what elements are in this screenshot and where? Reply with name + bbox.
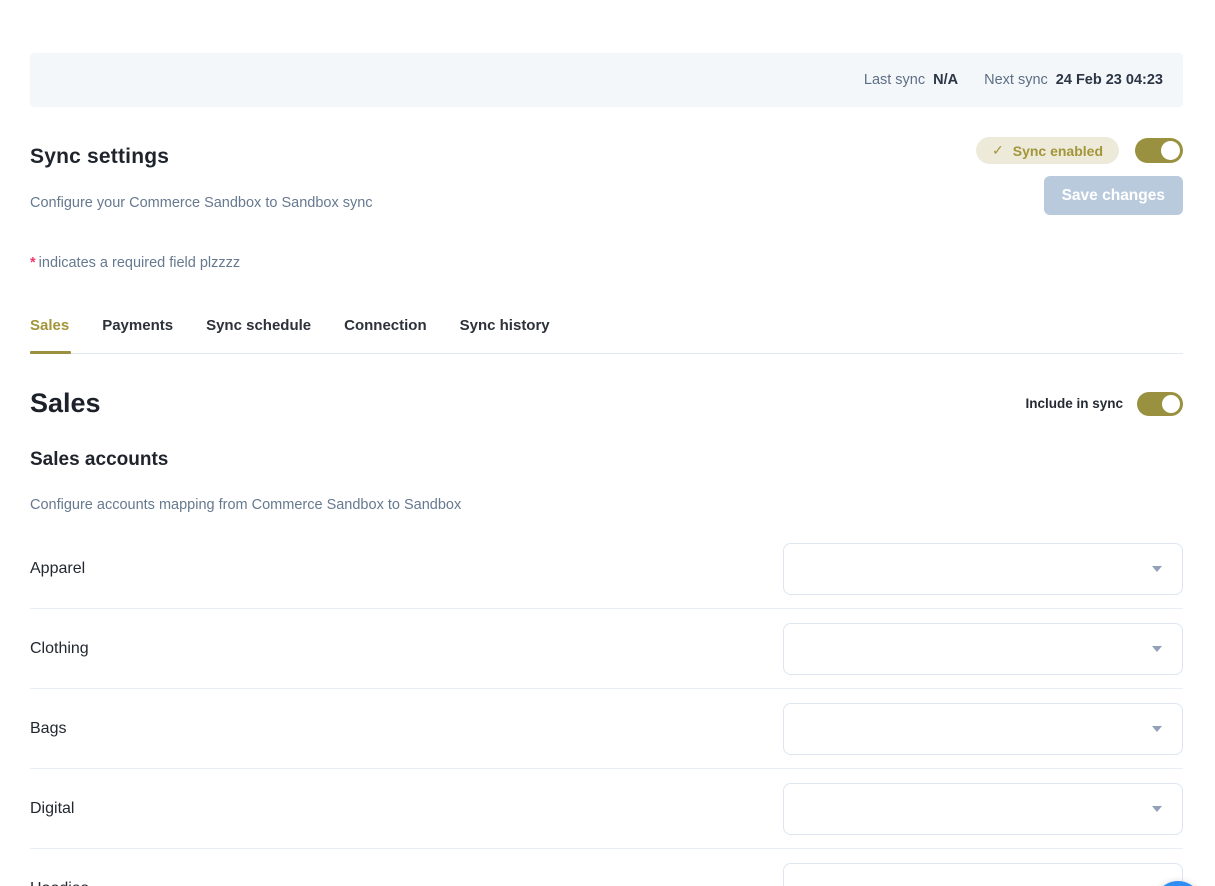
next-sync-value: 24 Feb 23 04:23: [1056, 72, 1163, 88]
tab-sales[interactable]: Sales: [30, 317, 69, 353]
sales-section-header: Sales Include in sync: [30, 388, 1183, 419]
include-in-sync-controls: Include in sync: [1025, 392, 1183, 416]
page-header-right: ✓ Sync enabled Save changes: [976, 137, 1183, 215]
sales-accounts-subtitle: Configure accounts mapping from Commerce…: [30, 497, 1183, 513]
include-in-sync-label: Include in sync: [1025, 396, 1123, 411]
next-sync-label: Next sync: [984, 72, 1048, 88]
account-category-label: Apparel: [30, 560, 85, 578]
chevron-down-icon: [1152, 806, 1162, 812]
sync-enabled-controls: ✓ Sync enabled: [976, 137, 1183, 164]
account-select[interactable]: [783, 783, 1183, 835]
chevron-down-icon: [1152, 646, 1162, 652]
tab-payments[interactable]: Payments: [102, 317, 173, 353]
sync-enabled-badge: ✓ Sync enabled: [976, 137, 1119, 164]
account-category-label: Digital: [30, 800, 74, 818]
tab-sync-schedule[interactable]: Sync schedule: [206, 317, 311, 353]
page-subtitle: Configure your Commerce Sandbox to Sandb…: [30, 195, 373, 211]
account-mapping-list: Apparel Clothing Bags Digital Hoodies: [30, 529, 1183, 886]
sales-accounts-title: Sales accounts: [30, 449, 1183, 471]
required-field-note: *indicates a required field plzzzz: [30, 255, 1183, 271]
last-sync-label: Last sync: [864, 72, 925, 88]
account-select[interactable]: [783, 543, 1183, 595]
settings-tabs: Sales Payments Sync schedule Connection Sync…: [30, 317, 1183, 354]
account-mapping-row: Hoodies: [30, 849, 1183, 886]
next-sync-stat: Next sync 24 Feb 23 04:23: [984, 72, 1163, 88]
required-asterisk: *: [30, 255, 36, 271]
last-sync-value: N/A: [933, 72, 958, 88]
account-mapping-row: Digital: [30, 769, 1183, 849]
tab-sync-history[interactable]: Sync history: [460, 317, 550, 353]
sync-status-bar: Last sync N/A Next sync 24 Feb 23 04:23: [30, 53, 1183, 107]
save-changes-button[interactable]: Save changes: [1044, 176, 1183, 215]
sync-enabled-badge-label: Sync enabled: [1013, 143, 1103, 159]
last-sync-stat: Last sync N/A: [864, 72, 958, 88]
sales-section-title: Sales: [30, 388, 101, 419]
account-select[interactable]: [783, 863, 1183, 886]
tab-connection[interactable]: Connection: [344, 317, 427, 353]
account-mapping-row: Apparel: [30, 529, 1183, 609]
account-mapping-row: Clothing: [30, 609, 1183, 689]
check-icon: ✓: [992, 142, 1004, 159]
account-category-label: Hoodies: [30, 880, 89, 886]
include-in-sync-toggle[interactable]: [1137, 392, 1183, 416]
toggle-knob: [1161, 141, 1180, 160]
required-note-text: indicates a required field plzzzz: [39, 255, 241, 271]
chevron-down-icon: [1152, 566, 1162, 572]
account-select[interactable]: [783, 623, 1183, 675]
chevron-down-icon: [1152, 726, 1162, 732]
account-select[interactable]: [783, 703, 1183, 755]
account-category-label: Bags: [30, 720, 66, 738]
sync-settings-page: Last sync N/A Next sync 24 Feb 23 04:23 …: [0, 53, 1215, 886]
account-category-label: Clothing: [30, 640, 89, 658]
account-mapping-row: Bags: [30, 689, 1183, 769]
page-title: Sync settings: [30, 145, 373, 169]
page-header: Sync settings Configure your Commerce Sa…: [30, 145, 1183, 215]
page-header-left: Sync settings Configure your Commerce Sa…: [30, 145, 373, 211]
toggle-knob: [1162, 395, 1180, 413]
sync-enabled-toggle[interactable]: [1135, 138, 1183, 163]
